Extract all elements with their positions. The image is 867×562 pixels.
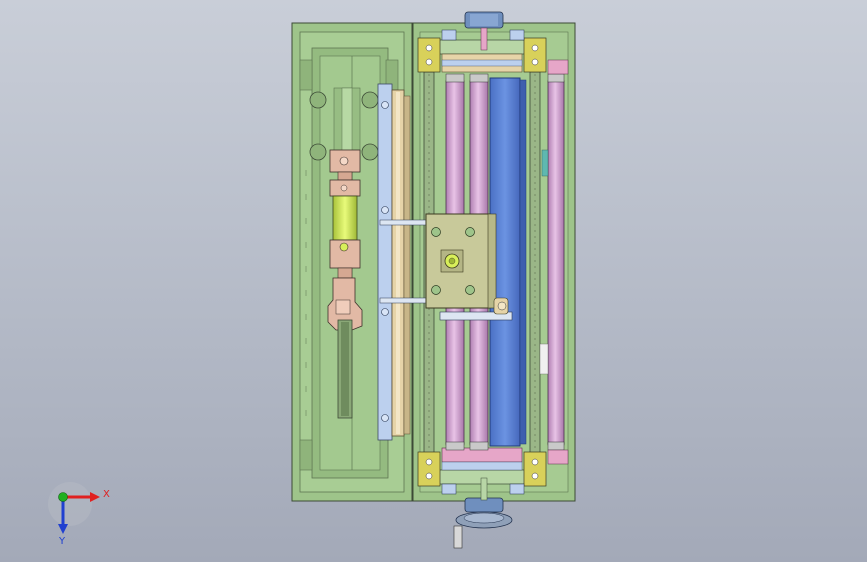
corner-bracket xyxy=(523,37,547,73)
corner-bracket xyxy=(417,37,441,73)
y-axis-label: Y xyxy=(58,536,66,547)
housing-bolt-hole xyxy=(309,91,327,109)
rail-screw xyxy=(381,308,389,316)
cylinder-rod-top xyxy=(337,171,353,181)
handwheel-knob xyxy=(453,525,463,549)
corner-bracket xyxy=(417,451,441,487)
linear-guide-rail xyxy=(377,83,411,441)
housing-bolt-hole xyxy=(361,91,379,109)
x-axis-arrow xyxy=(90,492,100,502)
cad-viewport[interactable]: X Y xyxy=(0,0,867,562)
x-axis-label: X xyxy=(103,489,110,500)
y-axis-arrow xyxy=(58,524,68,534)
cylinder-barrel xyxy=(332,195,358,241)
rail-screw xyxy=(381,101,389,109)
corner-bracket xyxy=(523,451,547,487)
housing-bolt-hole xyxy=(361,143,379,161)
rail-screw xyxy=(381,206,389,214)
rail-lightblue-strip xyxy=(377,83,393,441)
housing-bolt-hole xyxy=(309,143,327,161)
coordinate-triad: X Y xyxy=(48,482,110,547)
roller-3 xyxy=(547,77,565,449)
rail-screw xyxy=(381,414,389,422)
triad-origin xyxy=(58,492,68,502)
